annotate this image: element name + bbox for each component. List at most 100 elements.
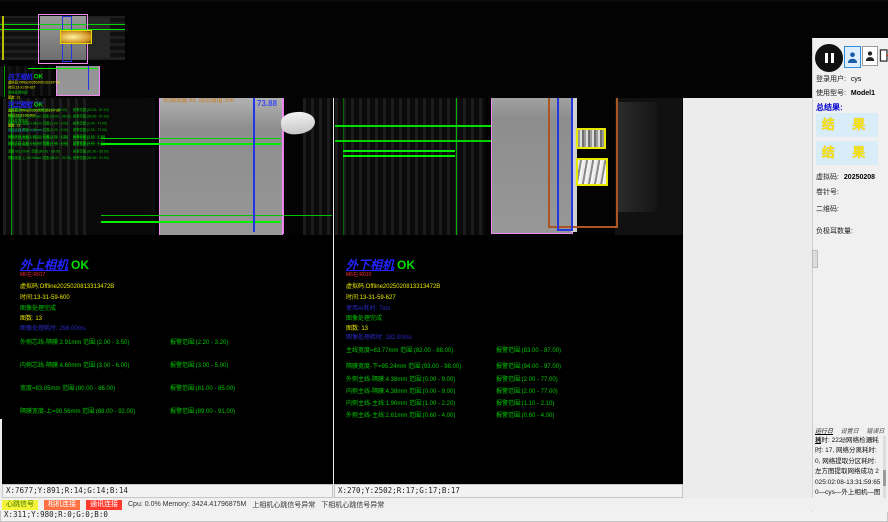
upper-camera-warning: 上相机心跳信号异常	[252, 500, 315, 510]
measurement-text: 主线宽度=83.77mm 范围:(82.00 - 88.00)	[346, 348, 453, 354]
measurement-row: 内侧主线-隔膜:4.38mm 范围:(0.00 - 9.00) 报警范围:(2.…	[346, 386, 681, 394]
detect-box-yellow	[576, 128, 606, 149]
measurement-row: 隔膜宽度-下=95.24mm 范围:(93.00 - 98.00) 报警范围:(…	[346, 361, 681, 369]
measurement-text: 隔膜宽度-下=95.24mm 范围:(93.00 - 98.00)	[346, 364, 461, 370]
measurement-text: 内侧主线-隔膜:4.38mm 范围:(0.00 - 9.00)	[346, 389, 455, 395]
frame-count: 图数: 13	[346, 323, 368, 332]
measurement-row: 外侧主线-隔膜:4.38mm 范围:(0.00 - 9.00) 报警范围:(2.…	[346, 374, 681, 382]
measurement-text: 内侧主线-主线:1.90mm 范围:(1.00 - 2.20)	[346, 401, 455, 407]
ai-elapsed: 使用AI耗时: 7ms	[346, 303, 390, 312]
measure-value-label: 73.88	[257, 99, 277, 108]
left-camera-coords-status: X:7677;Y:891;R:14;G:14;B:14	[2, 484, 333, 498]
login-user-row: 登录用户: cys	[816, 74, 861, 84]
result-box-1: 结 果	[816, 113, 878, 137]
model-label: 使用型号:	[816, 90, 846, 97]
login-user-label: 登录用户:	[816, 76, 846, 83]
alarm-range: 报警范围:(3.00 - 5.00)	[170, 360, 228, 369]
virtual-code: 虚拟码:Offline2025020813313472B	[346, 281, 440, 290]
tab-count-row: 负极耳数量:	[816, 226, 853, 236]
middle-camera-coords-status: X:270;Y:2502;R:17;G:17;B:17	[334, 484, 683, 498]
user-icon	[865, 50, 875, 62]
switch-user-button[interactable]	[862, 46, 878, 66]
model-row: 使用型号: Model1	[816, 88, 875, 98]
virtual-code-row: 虚拟码: 20250208	[816, 172, 875, 182]
electrode-region	[159, 93, 283, 235]
comm-link-badge: 通讯连接	[86, 500, 122, 510]
exit-door-icon	[879, 49, 888, 62]
capture-time: 时间:13-31-59-600	[20, 292, 70, 301]
detect-box-yellow	[576, 158, 608, 186]
processing-elapsed: 图像处理耗时: 298.00ms	[20, 323, 86, 332]
processing-elapsed: 图像处理耗时: 182.00ms	[8, 100, 44, 105]
alarm-range: 报警范围:(2.20 - 3.20)	[170, 337, 228, 346]
alarm-range: 报警范围:(2.00 - 77.00)	[496, 386, 558, 395]
login-user-value: cys	[851, 76, 862, 83]
alarm-range: 报警范围:(81.00 - 85.00)	[170, 383, 235, 392]
measurement-text: 内侧芯线-隔膜:4.60mm 范围:(3.00 - 6.00)	[20, 363, 129, 369]
alarm-range: 报警范围:(94.00 - 97.00)	[496, 361, 561, 370]
panel-collapse-handle[interactable]	[812, 250, 818, 268]
mini-bottom-image	[0, 2, 888, 66]
capture-time: 时间:13-31-59-627	[346, 292, 396, 301]
roi-box-blue	[557, 82, 573, 231]
user-icon	[847, 51, 858, 64]
exit-button[interactable]	[879, 46, 888, 64]
cpu-memory-status: Cpu: 0.0% Memory: 3424.41796875M	[128, 501, 246, 508]
camera-subtitle: M6右:R010	[346, 271, 371, 278]
measurement-row: 内侧主线-主线:1.90mm 范围:(1.00 - 2.20) 报警范围:(1.…	[346, 398, 681, 406]
processing-elapsed: 图像处理耗时: 182.00ms	[346, 332, 412, 341]
green-measure-line	[343, 155, 455, 157]
right-control-panel: 登录用户: cys 使用型号: Model1 总结果: 结 果 结 果 虚拟码:…	[812, 38, 888, 512]
total-result-label: 总结果:	[816, 102, 843, 113]
blue-measure-line	[253, 96, 255, 232]
green-measure-line	[343, 150, 455, 152]
measurement-text: 隔膜宽度-上=90.56mm 范围:(88.00 - 92.00)	[20, 409, 135, 415]
virtual-code-label: 虚拟码:	[816, 174, 839, 181]
heartbeat-badge: 心跳信号	[2, 500, 38, 510]
alarm-range: 报警范围:(89.00 - 91.00)	[170, 406, 235, 415]
qrcode-row: 二维码:	[816, 204, 839, 214]
pause-icon	[831, 53, 834, 63]
camera-subtitle: M6左:R017	[20, 271, 45, 278]
processing-done: 图像处理完成	[20, 303, 56, 312]
needle-row: 卷针号:	[816, 187, 839, 197]
measurement-row: 外侧主线-主线:2.61mm 范围:(0.60 - 4.00) 报警范围:(0.…	[346, 410, 681, 418]
alarm-range: 报警范围:(1.10 - 2.10)	[496, 398, 554, 407]
model-value: Model1	[851, 90, 875, 97]
camera-link-badge: 相机连接	[44, 500, 80, 510]
pause-button[interactable]	[815, 44, 843, 72]
measurement-row: 隔膜宽度-上=90.56mm 范围:(88.00 - 92.00) 报警范围:(…	[20, 406, 331, 414]
virtual-code: 虚拟码:Offline2025020813313472B	[20, 281, 114, 290]
machine-block	[617, 102, 657, 212]
pause-icon	[825, 53, 828, 63]
middle-camera-panel: AI检测区域 72.88 外下相机OK M6右:R010 虚拟码:Offline…	[334, 70, 683, 498]
measurement-row: 外侧芯线-隔膜:2.91mm 范围:(2.00 - 3.50) 报警范围:(2.…	[20, 337, 331, 345]
camera-name: 外下相机	[346, 258, 394, 272]
measurement-row: 内侧芯线-隔膜:4.60mm 范围:(3.00 - 6.00) 报警范围:(3.…	[20, 360, 331, 368]
measurement-text: 外侧芯线-隔膜:2.91mm 范围:(2.00 - 3.50)	[20, 340, 129, 346]
qrcode-label: 二维码:	[816, 206, 839, 213]
needle-label: 卷针号:	[816, 189, 839, 196]
result-ok-label: OK	[397, 258, 415, 272]
alarm-range: 报警范围:(83.00 - 87.00)	[496, 345, 561, 354]
login-user-button[interactable]	[844, 46, 861, 68]
measurement-row: 宽度=83.05mm 范围:(80.00 - 86.00) 报警范围:(81.0…	[20, 383, 331, 391]
camera-name: 外上相机	[20, 258, 68, 272]
alarm-range: 报警范围:(2.00 - 77.00)	[496, 374, 558, 383]
processing-done: 图像处理完成	[346, 313, 382, 322]
result-box-2: 结 果	[816, 141, 878, 165]
result-ok-label: OK	[71, 258, 89, 272]
measurement-row: 主线宽度=83.77mm 范围:(82.00 - 88.00) 报警范围:(83…	[346, 345, 681, 353]
virtual-code-value: 20250208	[844, 174, 875, 181]
frame-count: 图数: 13	[20, 313, 42, 322]
highlight-blob	[60, 30, 92, 44]
lower-camera-warning: 下相机心跳信号异常	[321, 500, 384, 510]
alarm-range: 报警范围:(0.60 - 4.00)	[496, 410, 554, 419]
measurement-text: 外侧主线-隔膜:4.38mm 范围:(0.00 - 9.00)	[346, 377, 455, 383]
main-window: CYS-视觉检测系统 系统配置 相机配置 通讯配置 IO手配置 ▼ 光源控制配置…	[0, 0, 888, 522]
tab-count-label: 负极耳数量:	[816, 228, 853, 235]
green-measure-line	[101, 215, 332, 216]
measurement-text: 宽度=83.05mm 范围:(80.00 - 86.00)	[20, 386, 115, 392]
window-status-bar: 心跳信号 相机连接 通讯连接 Cpu: 0.0% Memory: 3424.41…	[0, 498, 888, 511]
measurement-text: 外侧主线-主线:2.61mm 范围:(0.60 - 4.00)	[346, 413, 455, 419]
